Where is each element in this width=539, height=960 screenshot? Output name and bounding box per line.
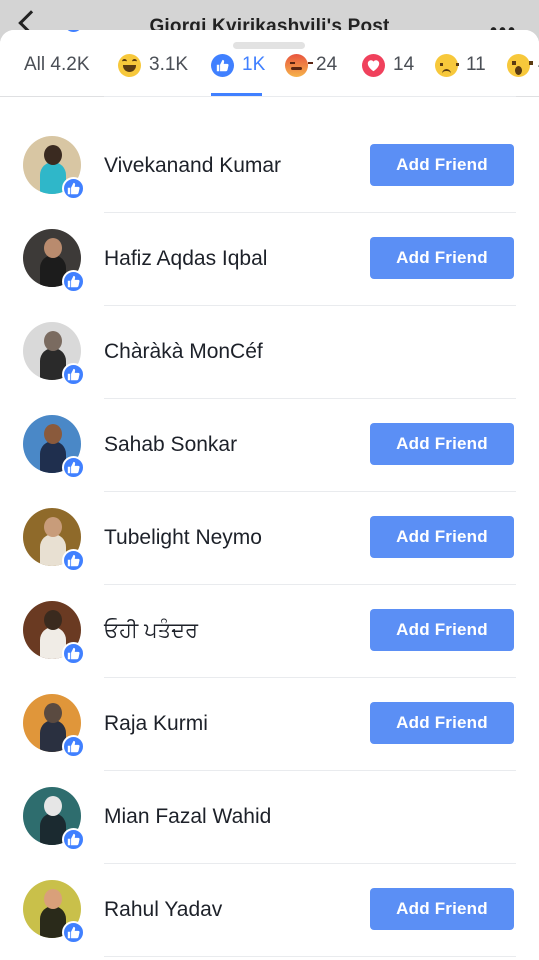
avatar-face <box>44 796 62 816</box>
like-badge-icon <box>62 30 85 34</box>
list-item-partial[interactable] <box>0 30 539 97</box>
avatar-face <box>44 424 62 444</box>
list-item[interactable]: Hafiz Aqdas Iqbal Add Friend <box>0 213 539 306</box>
person-name[interactable]: Chàràkà MonCéf <box>104 340 263 364</box>
row-divider <box>104 96 516 97</box>
avatar-face <box>44 889 62 909</box>
person-name[interactable]: Sahab Sonkar <box>104 433 237 457</box>
like-badge-icon <box>62 921 85 944</box>
avatar-face <box>44 238 62 258</box>
row-divider <box>104 956 516 957</box>
person-name[interactable]: Mian Fazal Wahid <box>104 805 271 829</box>
add-friend-button[interactable]: Add Friend <box>370 609 514 651</box>
list-item[interactable]: ਓਹੀ ਪਤੰਦਰ Add Friend <box>0 585 539 678</box>
like-badge-icon <box>62 642 85 665</box>
avatar-face <box>44 331 62 351</box>
avatar-face <box>44 610 62 630</box>
add-friend-button[interactable]: Add Friend <box>370 702 514 744</box>
list-item[interactable]: Rahul Yadav Add Friend <box>0 864 539 957</box>
avatar-face <box>44 517 62 537</box>
person-name[interactable]: Hafiz Aqdas Iqbal <box>104 247 267 271</box>
like-badge-icon <box>62 735 85 758</box>
like-badge-icon <box>62 363 85 386</box>
avatar-face <box>44 703 62 723</box>
reactions-sheet: All 4.2K 3.1K 1K 24 14 11 Vivekanand Kum… <box>0 30 539 960</box>
like-badge-icon <box>62 270 85 293</box>
add-friend-button[interactable]: Add Friend <box>370 144 514 186</box>
person-name[interactable]: Rahul Yadav <box>104 898 222 922</box>
like-badge-icon <box>62 177 85 200</box>
list-item[interactable]: Vivekanand Kumar Add Friend <box>0 120 539 213</box>
list-item[interactable]: Mian Fazal Wahid <box>0 771 539 864</box>
add-friend-button[interactable]: Add Friend <box>370 516 514 558</box>
like-badge-icon <box>62 828 85 851</box>
add-friend-button[interactable]: Add Friend <box>370 423 514 465</box>
list-item[interactable]: Sahab Sonkar Add Friend <box>0 399 539 492</box>
list-item[interactable]: Raja Kurmi Add Friend <box>0 678 539 771</box>
person-name[interactable]: Tubelight Neymo <box>104 526 262 550</box>
add-friend-button[interactable]: Add Friend <box>370 888 514 930</box>
person-name[interactable]: Vivekanand Kumar <box>104 154 281 178</box>
list-item[interactable]: Chàràkà MonCéf <box>0 306 539 399</box>
add-friend-button[interactable]: Add Friend <box>370 237 514 279</box>
person-name[interactable]: Raja Kurmi <box>104 712 208 736</box>
list-item[interactable]: Tubelight Neymo Add Friend <box>0 492 539 585</box>
like-badge-icon <box>62 456 85 479</box>
like-badge-icon <box>62 549 85 572</box>
person-name[interactable]: ਓਹੀ ਪਤੰਦਰ <box>104 619 198 643</box>
avatar-face <box>44 145 62 165</box>
